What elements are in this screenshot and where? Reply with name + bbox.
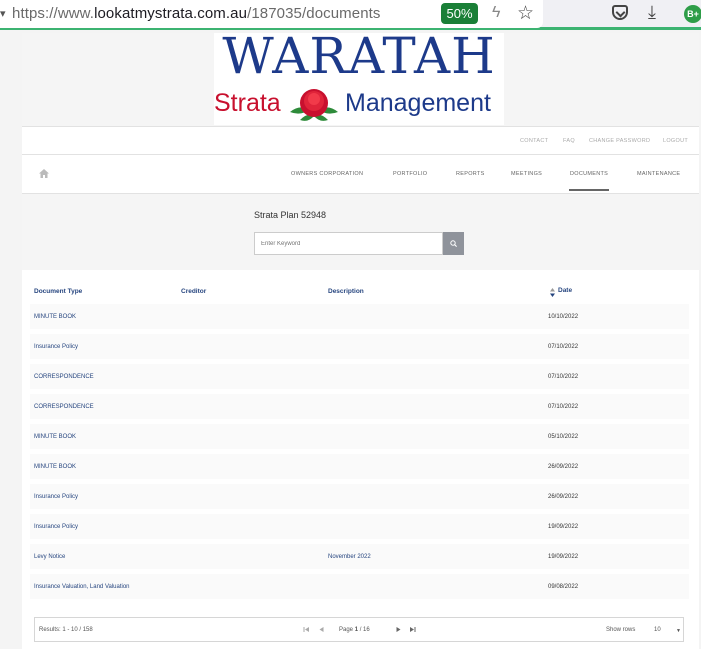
page: WARATAH Strata Management CONTACT FAQ CH… [22,27,699,649]
last-page-icon[interactable] [409,626,416,633]
cell-date: 09/08/2022 [548,584,579,590]
col-header-document-type[interactable]: Document Type [34,288,82,295]
rows-per-page-value: 10 [654,627,661,633]
nav-meetings[interactable]: MEETINGS [511,171,542,177]
cell-date: 26/09/2022 [548,464,579,470]
prev-page-icon[interactable] [318,626,325,633]
cell-date: 19/09/2022 [548,554,579,560]
table-row[interactable]: CORRESPONDENCE 07/10/2022 [30,364,689,389]
faq-link[interactable]: FAQ [563,138,575,144]
contact-link[interactable]: CONTACT [520,138,548,144]
logo[interactable]: WARATAH Strata Management [214,27,504,125]
cell-date: 07/10/2022 [548,404,579,410]
nav-reports[interactable]: REPORTS [456,171,485,177]
results-summary: Results: 1 - 10 / 158 [39,627,93,633]
cell-document-type[interactable]: Levy Notice [34,554,65,560]
star-icon[interactable]: ☆ [517,2,534,25]
zoom-level-badge[interactable]: 50% [441,3,478,24]
logo-strata: Strata [214,89,281,117]
cell-description: November 2022 [328,554,371,560]
search-icon [450,240,457,247]
cell-date: 19/09/2022 [548,524,579,530]
main-nav: OWNERS CORPORATION PORTFOLIO REPORTS MEE… [22,155,699,194]
table-row[interactable]: Insurance Valuation, Land Valuation 09/08… [30,574,689,599]
col-header-description[interactable]: Description [328,288,364,295]
cell-document-type[interactable]: MINUTE BOOK [34,314,76,320]
cell-document-type[interactable]: Insurance Policy [34,524,78,530]
cell-date: 07/10/2022 [548,374,579,380]
change-password-link[interactable]: CHANGE PASSWORD [589,138,650,144]
utility-nav: CONTACT FAQ CHANGE PASSWORD LOGOUT [22,126,699,155]
cell-date: 26/09/2022 [548,494,579,500]
chevron-left-icon[interactable]: ▾ [0,7,6,20]
download-icon[interactable]: ⤓ [648,2,656,23]
cell-date: 10/10/2022 [548,314,579,320]
cell-date: 05/10/2022 [548,434,579,440]
search-input[interactable] [254,232,443,255]
active-tab-indicator [569,189,609,191]
table-row[interactable]: CORRESPONDENCE 07/10/2022 [30,394,689,419]
cell-document-type[interactable]: Insurance Policy [34,344,78,350]
logout-link[interactable]: LOGOUT [663,138,688,144]
waratah-flower-icon [290,89,338,121]
first-page-icon[interactable] [303,626,310,633]
strata-plan-title: Strata Plan 52948 [254,210,327,220]
table-row[interactable]: Insurance Policy 07/10/2022 [30,334,689,359]
search-button[interactable] [443,232,464,255]
cell-document-type[interactable]: Insurance Valuation, Land Valuation [34,584,130,590]
table-row[interactable]: Insurance Policy 26/09/2022 [30,484,689,509]
table-row[interactable]: MINUTE BOOK 10/10/2022 [30,304,689,329]
cell-document-type[interactable]: CORRESPONDENCE [34,404,94,410]
col-header-creditor[interactable]: Creditor [181,288,206,295]
show-rows-label: Show rows [606,627,636,633]
table-row[interactable]: MINUTE BOOK 26/09/2022 [30,454,689,479]
home-icon[interactable] [39,169,49,178]
chevron-down-icon: ▼ [676,628,681,634]
documents-table: Document Type Creditor Description Date … [22,270,699,649]
rows-per-page-select[interactable]: 10 ▼ [649,624,681,637]
pagination-bar: Results: 1 - 10 / 158 Page 1 / 16 Show r… [34,617,684,642]
cell-document-type[interactable]: MINUTE BOOK [34,464,76,470]
pocket-icon[interactable] [612,5,628,20]
address-bar[interactable]: ▾ https://www.lookatmystrata.com.au/1870… [0,0,543,28]
url-text[interactable]: https://www.lookatmystrata.com.au/187035… [12,5,381,22]
nav-documents[interactable]: DOCUMENTS [570,171,608,177]
col-header-date[interactable]: Date [558,287,572,294]
nav-maintenance[interactable]: MAINTENANCE [637,171,680,177]
logo-management: Management [345,89,491,117]
cell-date: 07/10/2022 [548,344,579,350]
nav-portfolio[interactable]: PORTFOLIO [393,171,427,177]
table-row[interactable]: MINUTE BOOK 05/10/2022 [30,424,689,449]
bolt-icon[interactable]: ϟ [492,4,500,22]
cell-document-type[interactable]: CORRESPONDENCE [34,374,94,380]
sort-icon[interactable] [550,288,555,297]
next-page-icon[interactable] [395,626,402,633]
table-row[interactable]: Insurance Policy 19/09/2022 [30,514,689,539]
browser-toolbar: ▾ https://www.lookatmystrata.com.au/1870… [0,0,701,30]
cell-document-type[interactable]: MINUTE BOOK [34,434,76,440]
nav-owners-corporation[interactable]: OWNERS CORPORATION [291,171,363,177]
page-indicator: Page 1 / 16 [339,627,370,633]
extension-icon[interactable]: B+ [684,5,701,23]
logo-title: WARATAH [222,27,496,85]
cell-document-type[interactable]: Insurance Policy [34,494,78,500]
table-row[interactable]: Levy Notice November 2022 19/09/2022 [30,544,689,569]
